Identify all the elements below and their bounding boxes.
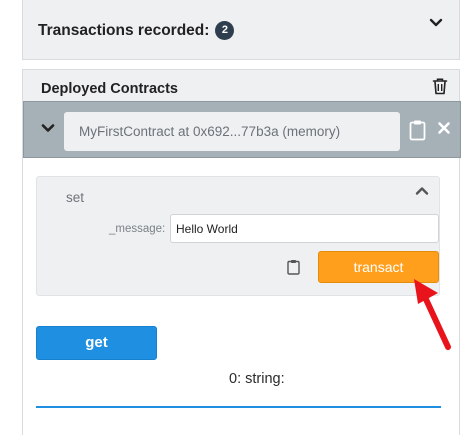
transactions-count-badge: 2 (215, 21, 235, 40)
transactions-recorded-label: Transactions recorded: (38, 22, 210, 39)
transactions-recorded-panel[interactable]: Transactions recorded: 2 (22, 0, 460, 60)
transactions-recorded-heading: Transactions recorded: 2 (38, 21, 235, 40)
contract-instance-body: set _message: transact get 0: string: (23, 158, 459, 435)
caret-down-icon[interactable] (41, 121, 55, 135)
contract-instance-header: MyFirstContract at 0x692...77b3a (memory… (23, 101, 461, 158)
set-function-name: set (66, 190, 85, 205)
close-icon[interactable] (437, 120, 451, 136)
deployed-contracts-heading: Deployed Contracts (41, 81, 178, 97)
clipboard-icon[interactable] (287, 259, 300, 275)
deployed-contracts-panel: Deployed Contracts MyFirstContract at 0x… (22, 69, 461, 435)
set-function-box: set _message: transact (36, 176, 440, 296)
get-result-text: 0: string: (229, 371, 285, 387)
caret-up-icon[interactable] (415, 184, 429, 198)
contract-instance-name[interactable]: MyFirstContract at 0x692...77b3a (memory… (64, 112, 400, 151)
transact-button[interactable]: transact (318, 251, 439, 283)
message-param-label: _message: (109, 223, 166, 235)
result-divider (36, 406, 441, 408)
clipboard-icon[interactable] (409, 119, 426, 141)
chevron-down-icon[interactable] (427, 14, 445, 32)
trash-icon[interactable] (432, 77, 448, 95)
message-input[interactable] (170, 214, 439, 243)
get-button[interactable]: get (36, 326, 157, 360)
